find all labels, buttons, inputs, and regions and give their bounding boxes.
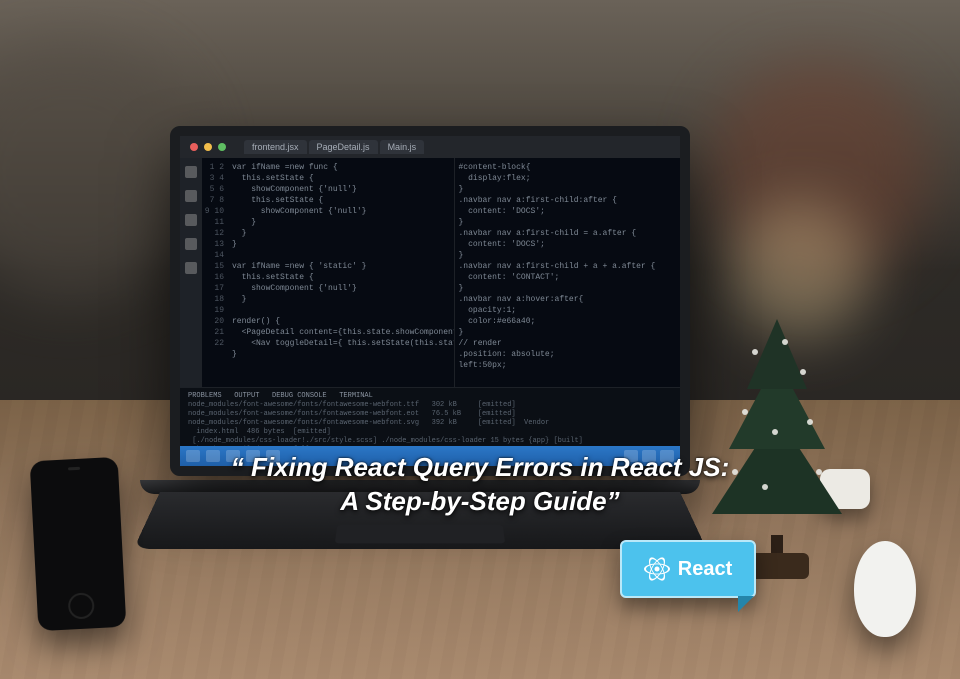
computer-mouse <box>854 541 916 637</box>
laptop-screen: frontend.jsx PageDetail.js Main.js 1 2 3… <box>170 126 690 476</box>
editor-tab: frontend.jsx <box>244 140 307 154</box>
traffic-light-close-icon <box>190 143 198 151</box>
files-icon <box>185 166 197 178</box>
title-line-2: A Step-by-Step Guide” <box>340 486 619 516</box>
editor-titlebar: frontend.jsx PageDetail.js Main.js <box>180 136 680 158</box>
react-badge-label: React <box>678 558 732 581</box>
traffic-light-max-icon <box>218 143 226 151</box>
article-title: “ Fixing React Query Errors in React JS:… <box>0 450 960 518</box>
editor-tabs: frontend.jsx PageDetail.js Main.js <box>244 140 424 154</box>
hero-image: frontend.jsx PageDetail.js Main.js 1 2 3… <box>0 0 960 679</box>
editor-tab: PageDetail.js <box>309 140 378 154</box>
search-icon <box>185 190 197 202</box>
debug-icon <box>185 238 197 250</box>
git-icon <box>185 214 197 226</box>
terminal-tabs: PROBLEMS OUTPUT DEBUG CONSOLE TERMINAL <box>188 392 373 400</box>
traffic-light-min-icon <box>204 143 212 151</box>
extensions-icon <box>185 262 197 274</box>
react-logo-icon <box>644 556 670 582</box>
react-badge: React <box>620 540 756 598</box>
editor-tab: Main.js <box>380 140 425 154</box>
title-line-1: “ Fixing React Query Errors in React JS: <box>231 452 730 482</box>
